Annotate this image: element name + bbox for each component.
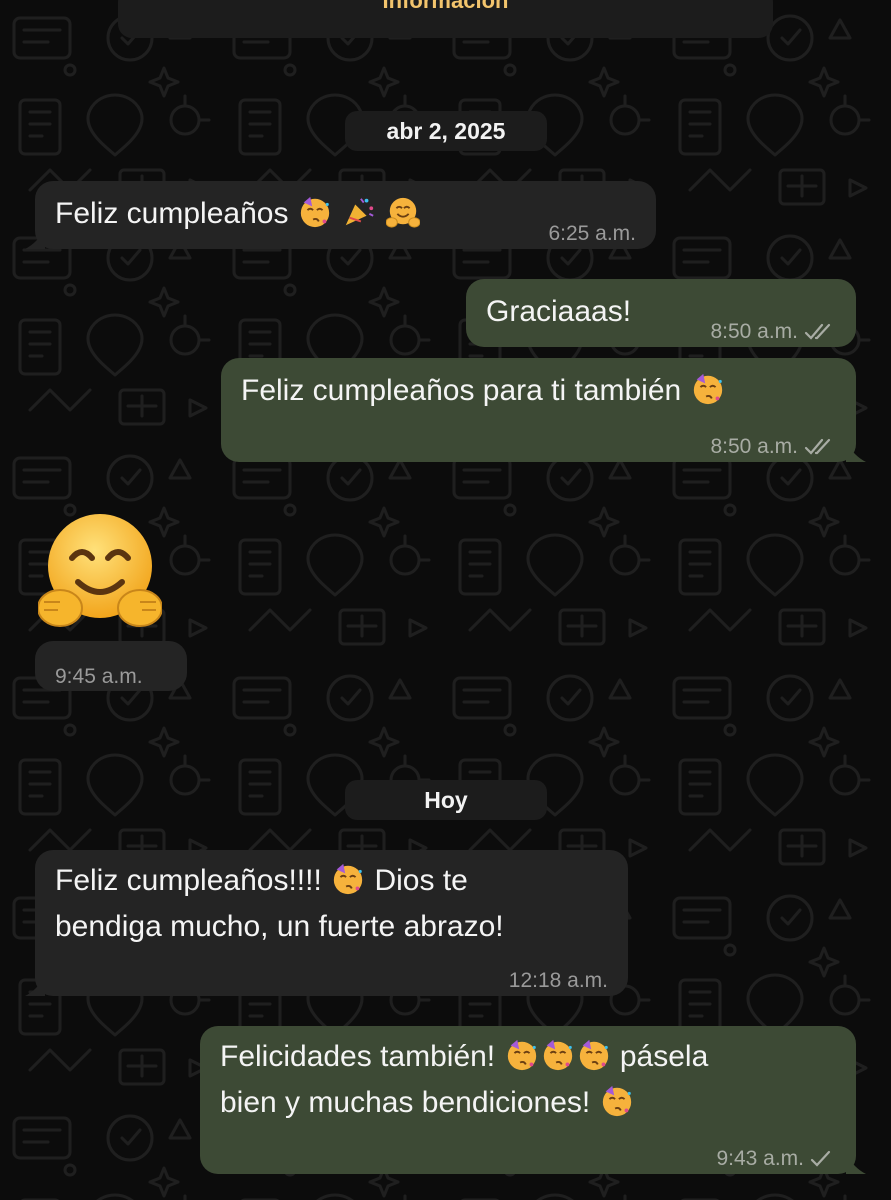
message-text-content: bien y muchas bendiciones! — [220, 1086, 591, 1119]
message-time: 9:43 a.m. — [716, 1147, 804, 1170]
message-text-content: Feliz cumpleaños para ti también — [241, 374, 682, 407]
partying-face-icon — [693, 373, 722, 405]
partying-face-icon — [300, 196, 329, 228]
message-bubble-incoming[interactable]: Feliz cumpleaños 6:25 a.m. — [25, 181, 656, 249]
message-text-content: Dios te — [374, 864, 468, 897]
message-meta: 12:18 a.m. — [509, 958, 608, 1003]
message-meta: 6:25 a.m. — [548, 211, 636, 256]
message-bubble-outgoing[interactable]: Graciaaas! 8:50 a.m. — [466, 279, 856, 347]
partying-face-icon — [543, 1039, 572, 1071]
message-text-content: Felicidades también! — [220, 1040, 496, 1073]
message-time: 9:45 a.m. — [55, 665, 143, 688]
double-check-icon — [804, 323, 831, 340]
partying-face-icon — [333, 863, 363, 895]
party-popper-icon — [345, 198, 374, 226]
message-time: 6:25 a.m. — [548, 222, 636, 245]
single-check-icon — [810, 1150, 831, 1167]
message-time: 12:18 a.m. — [508, 969, 608, 992]
partying-face-icon — [602, 1085, 631, 1117]
partying-face-icon — [579, 1039, 608, 1071]
bubble-tail — [25, 229, 45, 249]
message-text-line-2: bendiga mucho, un fuerte abrazo! — [55, 910, 504, 943]
message-meta: 9:43 a.m. — [716, 1136, 832, 1181]
emoji-message-time-pill: 9:45 a.m. — [35, 641, 187, 691]
date-divider-label: Hoy — [424, 786, 468, 813]
message-text-line-1: Feliz cumpleaños!!!! Dios te — [55, 858, 468, 903]
info-banner[interactable]: Información — [118, 0, 773, 38]
message-text-line-2: bien y muchas bendiciones! — [220, 1080, 635, 1125]
message-meta: 8:50 a.m. — [710, 309, 838, 354]
date-divider-label: abr 2, 2025 — [386, 117, 506, 144]
message-text: Graciaaas! — [486, 295, 632, 328]
info-banner-label: Información — [382, 0, 509, 13]
message-text: Feliz cumpleaños — [55, 191, 421, 236]
partying-face-icon — [507, 1039, 536, 1071]
date-divider: Hoy — [345, 780, 547, 820]
message-text-content: Feliz cumpleaños!!!! — [55, 864, 322, 897]
message-bubble-incoming[interactable]: Feliz cumpleaños!!!! Dios te bendiga muc… — [25, 850, 628, 996]
message-bubble-outgoing[interactable]: Feliz cumpleaños para ti también 8:50 a.… — [221, 358, 866, 462]
bubble-tail — [846, 1154, 866, 1174]
message-time: 8:50 a.m. — [710, 320, 798, 343]
hugging-face-icon — [386, 197, 421, 228]
message-bubble-outgoing[interactable]: Felicidades también! pásela bien y mucha… — [200, 1026, 866, 1174]
message-text-content: Feliz cumpleaños — [55, 197, 289, 230]
message-time: 8:50 a.m. — [710, 435, 798, 458]
chat-screen: Información abr 2, 2025 Feliz cumpleaños… — [0, 0, 891, 1200]
hugging-face-icon[interactable] — [38, 510, 162, 634]
message-meta: 9:45 a.m. — [55, 654, 143, 699]
bubble-tail — [846, 442, 866, 462]
date-divider: abr 2, 2025 — [345, 111, 547, 151]
message-text-line-1: Felicidades también! pásela — [220, 1034, 708, 1079]
message-meta: 8:50 a.m. — [710, 424, 838, 469]
message-text-content: pásela — [619, 1040, 709, 1073]
message-text: Feliz cumpleaños para ti también — [241, 368, 726, 413]
bubble-tail — [25, 976, 45, 996]
double-check-icon — [804, 438, 831, 455]
